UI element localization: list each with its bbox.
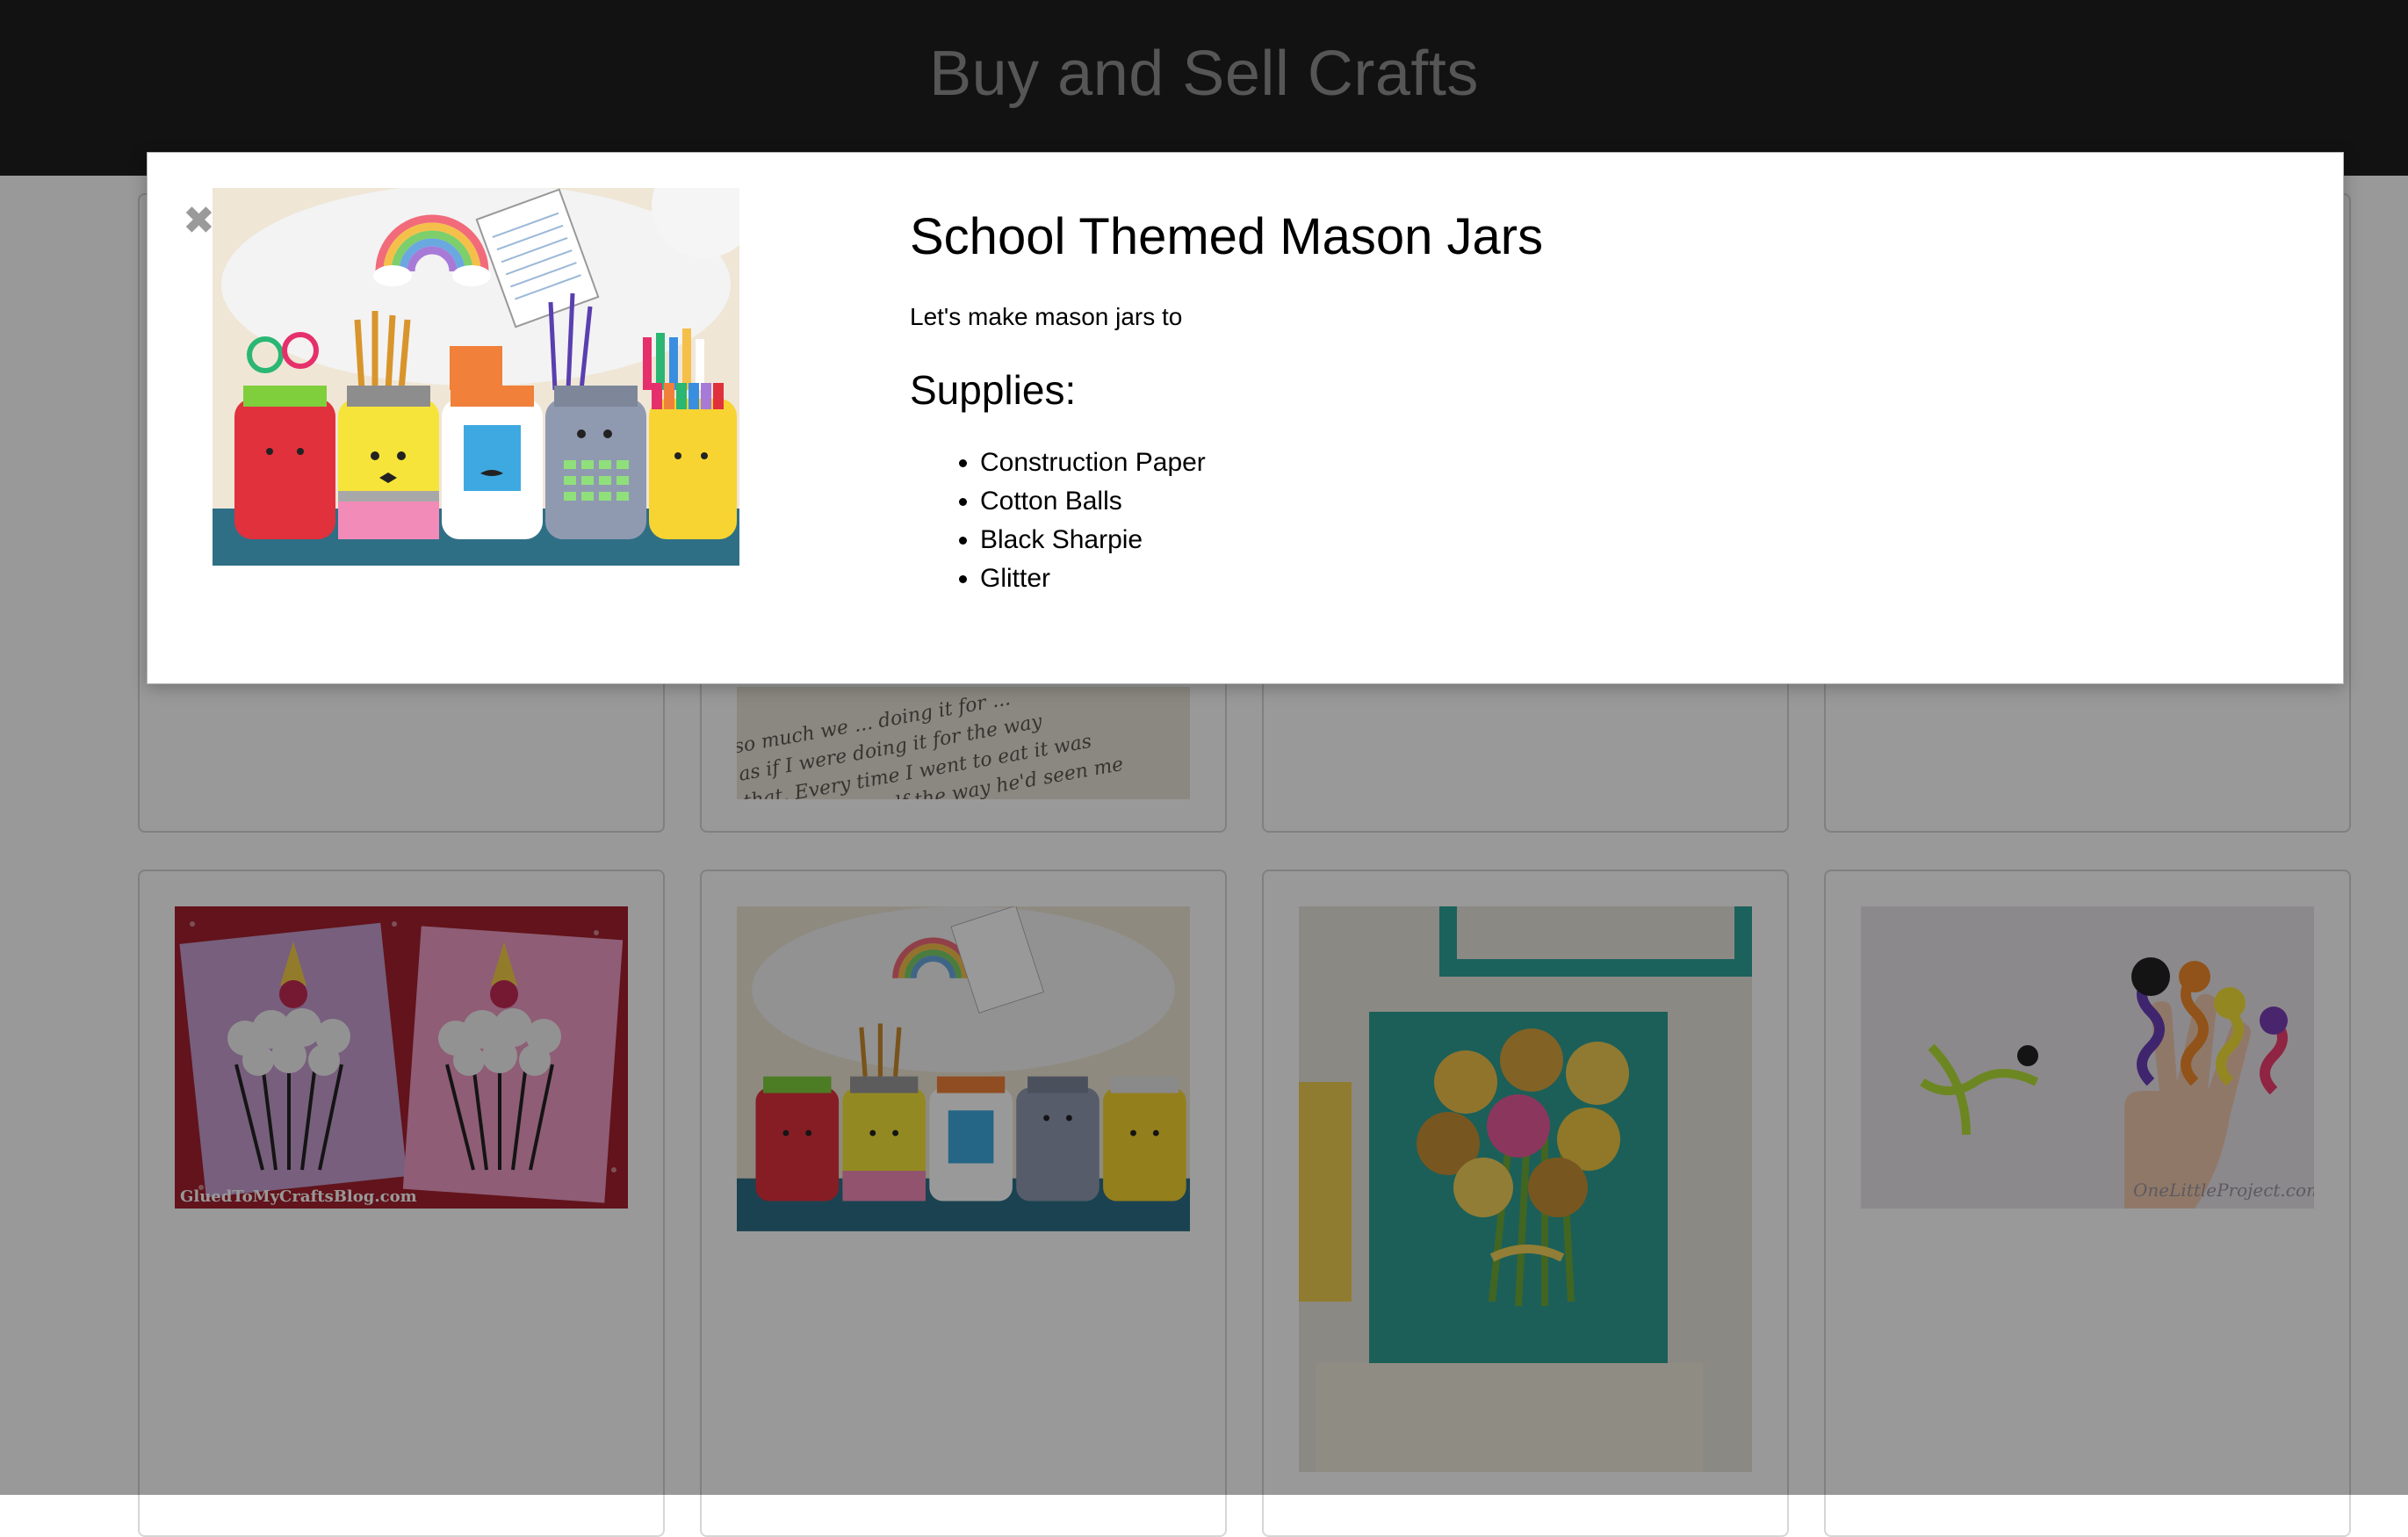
product-detail-modal: ✖ School Themed Mason Jars Let's make ma… [147, 152, 2344, 684]
modal-title: School Themed Mason Jars [910, 208, 1544, 265]
supply-item: Black Sharpie [980, 521, 2227, 559]
supplies-heading: Supplies: [910, 366, 1077, 413]
supply-item: Construction Paper [980, 444, 2227, 482]
modal-product-image [213, 188, 739, 566]
modal-description: Let's make mason jars to [910, 302, 1183, 330]
close-icon[interactable]: ✖ [183, 202, 215, 241]
supply-item: Cotton Balls [980, 482, 2227, 521]
supplies-list: Construction Paper Cotton Balls Black Sh… [910, 444, 2227, 598]
supply-item: Glitter [980, 559, 2227, 598]
modal-content: School Themed Mason Jars Let's make maso… [910, 206, 2227, 598]
